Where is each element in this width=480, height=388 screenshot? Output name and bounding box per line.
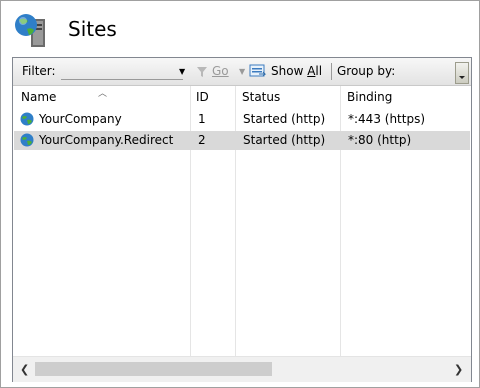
filter-dropdown-icon[interactable]: ▼ <box>179 67 185 76</box>
cell-name: YourCompany <box>39 112 122 126</box>
globe-icon <box>20 133 34 147</box>
go-button[interactable]: Go <box>212 64 229 78</box>
cell-id: 2 <box>198 133 206 147</box>
filter-toolbar: Filter: ▼ Go ▼ Show All Group by: <box>13 58 471 86</box>
sites-grid: Filter: ▼ Go ▼ Show All Group by: ︿ Name… <box>12 57 472 382</box>
sites-panel: Sites Filter: ▼ Go ▼ Show All Group by: … <box>0 0 480 388</box>
group-by-dropdown[interactable] <box>455 62 469 84</box>
table-row[interactable]: YourCompany 1 Started (http) *:443 (http… <box>14 110 470 129</box>
show-all-icon <box>249 64 267 77</box>
filter-input[interactable] <box>61 63 183 80</box>
cell-binding: *:443 (https) <box>348 112 426 126</box>
column-headers: ︿ Name ID Status Binding <box>13 86 471 108</box>
horizontal-scrollbar[interactable]: ❮ ❯ <box>13 356 471 382</box>
column-header-id[interactable]: ID <box>196 90 209 104</box>
cell-status: Started (http) <box>243 133 326 147</box>
group-by-label[interactable]: Group by: <box>337 64 395 78</box>
page-title: Sites <box>68 17 117 41</box>
column-header-status[interactable]: Status <box>242 90 280 104</box>
column-header-name[interactable]: Name <box>21 90 56 104</box>
scrollbar-thumb[interactable] <box>35 362 272 376</box>
page-header: Sites <box>13 11 313 51</box>
cell-id: 1 <box>198 112 206 126</box>
go-filter-icon <box>197 67 207 77</box>
globe-icon <box>20 112 34 126</box>
filter-label: Filter: <box>22 64 56 78</box>
cell-binding: *:80 (http) <box>348 133 412 147</box>
sort-ascending-icon: ︿ <box>98 89 108 99</box>
server-globe-icon <box>15 14 45 47</box>
table-row-selected[interactable]: YourCompany.Redirect 2 Started (http) *:… <box>14 131 470 150</box>
show-all-button[interactable]: Show All <box>271 64 322 78</box>
cell-name: YourCompany.Redirect <box>39 133 174 147</box>
toolbar-separator <box>331 63 332 80</box>
scroll-left-icon[interactable]: ❮ <box>20 363 29 376</box>
go-dropdown-icon[interactable]: ▼ <box>239 67 245 76</box>
cell-status: Started (http) <box>243 112 326 126</box>
scroll-right-icon[interactable]: ❯ <box>454 363 463 376</box>
column-header-binding[interactable]: Binding <box>347 90 392 104</box>
